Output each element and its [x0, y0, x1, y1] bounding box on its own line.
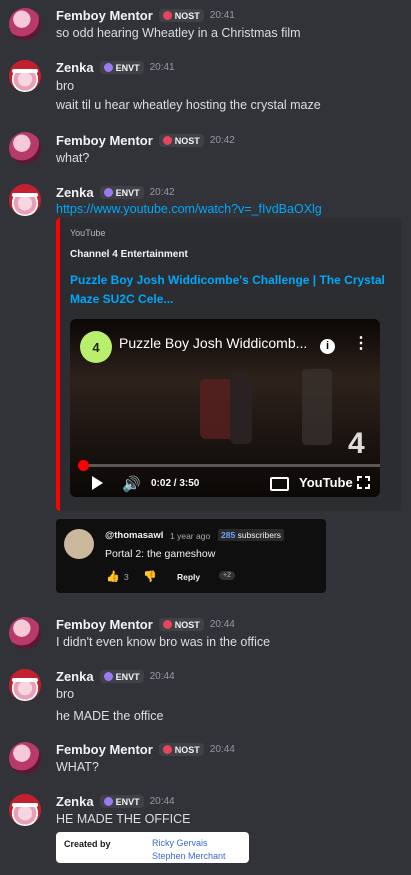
channel-logo-icon[interactable]: 4: [80, 331, 112, 363]
channel4-watermark-icon: 4: [348, 427, 365, 460]
author-name[interactable]: Zenka: [56, 669, 94, 684]
server-tag[interactable]: NOST: [158, 743, 204, 756]
author-name[interactable]: Femboy Mentor: [56, 133, 153, 148]
youtube-link[interactable]: https://www.youtube.com/watch?v=_fIvdBaO…: [56, 202, 322, 216]
credits-image[interactable]: Created by Ricky Gervais Stephen Merchan…: [56, 832, 249, 863]
credits-label: Created by: [64, 839, 111, 849]
more-options-icon[interactable]: ⋮: [353, 336, 369, 352]
youtube-logo[interactable]: YouTube: [299, 475, 353, 490]
nost-icon: [162, 745, 172, 754]
embed-title[interactable]: Puzzle Boy Josh Widdicombe's Challenge |…: [70, 271, 390, 309]
message-text: WHAT?: [56, 760, 99, 774]
avatar[interactable]: [9, 742, 41, 774]
server-tag[interactable]: ENVT: [99, 186, 144, 199]
author-name[interactable]: Zenka: [56, 794, 94, 809]
timestamp: 20:42: [209, 135, 235, 146]
video-player[interactable]: 4 Puzzle Boy Josh Widdicomb... i ⋮ 4 🔊 0…: [70, 319, 380, 497]
avatar[interactable]: [9, 60, 41, 92]
timestamp: 20:44: [209, 619, 235, 630]
envt-icon: [103, 63, 113, 72]
message-text: he MADE the office: [56, 709, 164, 723]
avatar[interactable]: [9, 669, 41, 701]
nost-icon: [162, 136, 172, 145]
captions-icon[interactable]: [270, 477, 289, 491]
like-count: 3: [124, 572, 129, 582]
info-icon[interactable]: i: [320, 339, 335, 354]
message-text: so odd hearing Wheatley in a Christmas f…: [56, 26, 301, 40]
server-tag[interactable]: ENVT: [99, 795, 144, 808]
message-text: bro: [56, 79, 75, 93]
message-text: wait til u hear wheatley hosting the cry…: [56, 98, 321, 112]
comment-age: 1 year ago: [170, 531, 211, 541]
envt-icon: [103, 672, 113, 681]
timestamp: 20:42: [149, 187, 175, 198]
youtube-comment: @thomasawl 1 year ago 285 subscribers Po…: [56, 519, 326, 593]
comment-avatar[interactable]: [64, 529, 94, 559]
timestamp: 20:44: [149, 796, 175, 807]
author-name[interactable]: Femboy Mentor: [56, 617, 153, 632]
server-tag[interactable]: ENVT: [99, 61, 144, 74]
avatar[interactable]: [9, 8, 41, 40]
link-embed: YouTube Channel 4 Entertainment Puzzle B…: [56, 218, 401, 511]
nost-icon: [162, 11, 172, 20]
message-text: what?: [56, 151, 90, 165]
comment-user[interactable]: @thomasawl: [105, 530, 163, 541]
timestamp: 20:44: [209, 744, 235, 755]
embed-author[interactable]: Channel 4 Entertainment: [70, 249, 188, 260]
nost-icon: [162, 620, 172, 629]
subscriber-badge: 285 subscribers: [218, 529, 285, 541]
comment-text: Portal 2: the gameshow: [105, 548, 216, 560]
message-text: I didn't even know bro was in the office: [56, 635, 271, 649]
envt-icon: [103, 188, 113, 197]
reply-count: +2: [219, 571, 235, 580]
video-time: 0:02 / 3:50: [151, 478, 200, 489]
server-tag[interactable]: NOST: [158, 9, 204, 22]
timestamp: 20:41: [209, 10, 235, 21]
avatar[interactable]: [9, 132, 41, 164]
video-title[interactable]: Puzzle Boy Josh Widdicomb...: [119, 335, 319, 351]
envt-icon: [103, 797, 113, 806]
play-icon[interactable]: [92, 476, 103, 490]
server-tag[interactable]: NOST: [158, 618, 204, 631]
server-tag[interactable]: NOST: [158, 134, 204, 147]
avatar[interactable]: [9, 794, 41, 826]
scrubber-handle[interactable]: [78, 460, 89, 471]
volume-icon[interactable]: 🔊: [122, 475, 141, 493]
embed-provider[interactable]: YouTube: [70, 228, 105, 238]
fullscreen-icon[interactable]: [357, 476, 370, 489]
author-name[interactable]: Zenka: [56, 60, 94, 75]
avatar[interactable]: [9, 184, 41, 216]
progress-bar[interactable]: [80, 464, 380, 467]
thumbs-up-icon[interactable]: 👍: [106, 570, 120, 583]
avatar[interactable]: [9, 617, 41, 649]
author-name[interactable]: Zenka: [56, 185, 94, 200]
thumbs-down-icon[interactable]: 👎: [143, 570, 157, 583]
timestamp: 20:41: [149, 62, 175, 73]
reply-button[interactable]: Reply: [177, 572, 200, 582]
message-text: bro: [56, 687, 75, 701]
timestamp: 20:44: [149, 671, 175, 682]
server-tag[interactable]: ENVT: [99, 670, 144, 683]
author-name[interactable]: Femboy Mentor: [56, 742, 153, 757]
credit-name: Stephen Merchant: [152, 851, 226, 861]
message-text: HE MADE THE OFFICE: [56, 812, 191, 826]
credit-name: Ricky Gervais: [152, 838, 208, 848]
author-name[interactable]: Femboy Mentor: [56, 8, 153, 23]
